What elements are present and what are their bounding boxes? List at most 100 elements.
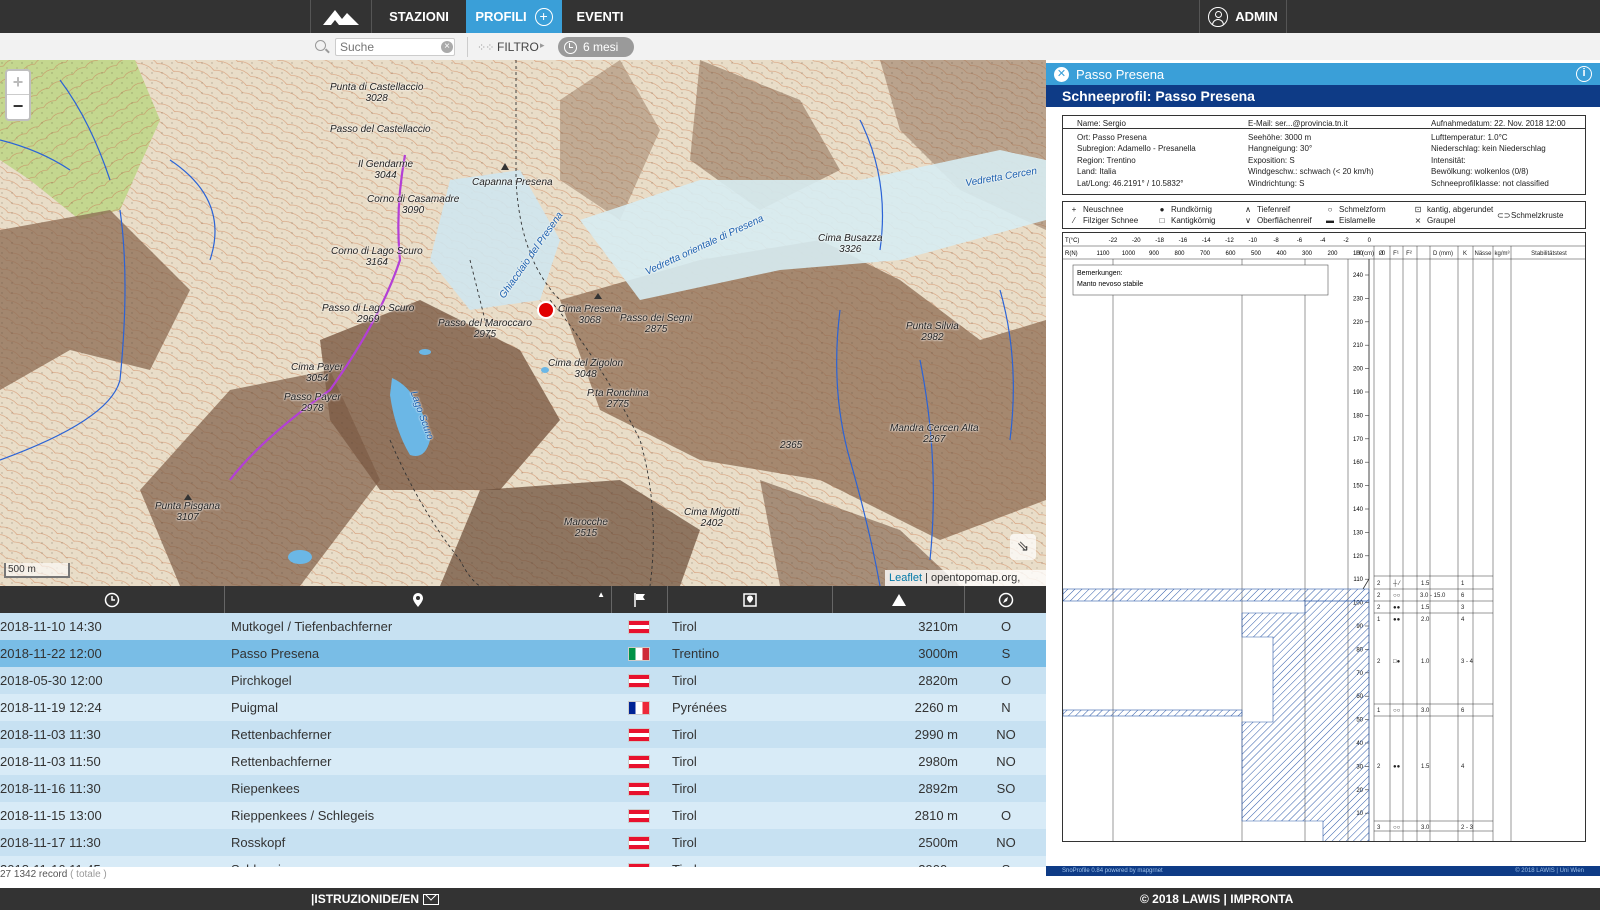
instructions-link[interactable]: |ISTRUZIONIDE/EN <box>311 892 419 906</box>
search-icon <box>315 40 326 51</box>
height-tick-label: 240 <box>1353 273 1364 279</box>
column-aspect[interactable] <box>965 586 1046 613</box>
map-label: 2365 <box>780 440 803 451</box>
column-head-label: Ø <box>1379 251 1384 257</box>
map-label: Cima Presena 3068 <box>558 304 622 326</box>
column-location[interactable]: ▲ <box>225 586 612 613</box>
svg-text:2: 2 <box>1377 605 1381 611</box>
row-aspect: O <box>1000 673 1012 688</box>
remarks-text: Manto nevoso stabile <box>1077 281 1143 288</box>
info-icon[interactable]: i <box>1576 66 1592 82</box>
zoom-control: + − <box>5 69 31 121</box>
admin-button[interactable]: ADMIN <box>1199 0 1287 33</box>
svg-text:3.0: 3.0 <box>1421 825 1430 831</box>
height-tick-label: 160 <box>1353 460 1364 466</box>
res-tick-label: 200 <box>1327 251 1338 257</box>
logo-button[interactable] <box>310 0 372 33</box>
meta-nieder: Niederschlag: kein Niederschlag <box>1431 144 1546 153</box>
nav-eventi[interactable]: EVENTI <box>562 0 638 33</box>
temp-tick-label: -16 <box>1179 238 1188 244</box>
zoom-out-button[interactable]: − <box>7 95 29 119</box>
row-location: Passo Presena <box>231 646 320 661</box>
leaflet-link[interactable]: Leaflet <box>889 572 922 584</box>
table-row[interactable]: 2018-11-10 14:30 Mutkogel / Tiefenbachfer… <box>0 613 1046 640</box>
res-axis-label: R(N) <box>1065 251 1078 257</box>
meta-bew: Bewölkung: wolkenlos (0/8) <box>1431 167 1529 176</box>
expand-icon[interactable]: ⇘ <box>1010 534 1036 560</box>
copyright: © 2018 LAWIS | IMPRONTA <box>1140 892 1294 906</box>
res-tick-label: 800 <box>1174 251 1185 257</box>
table-row[interactable]: 2018-11-03 11:30 Rettenbachferner Tirol 299… <box>0 721 1046 748</box>
period-label: 6 mesi <box>583 40 619 54</box>
user-icon <box>1208 6 1229 27</box>
search-input[interactable] <box>335 38 455 56</box>
filter-button[interactable]: FILTRO <box>497 40 539 54</box>
res-tick-label: 1000 <box>1122 251 1136 257</box>
column-region[interactable] <box>668 586 833 613</box>
period-badge[interactable]: 6 mesi <box>558 37 634 57</box>
column-altitude[interactable] <box>833 586 965 613</box>
row-region: Tirol <box>672 754 697 769</box>
zoom-in-button[interactable]: + <box>7 71 29 95</box>
flag-at-icon <box>628 674 650 688</box>
table-header: ▲ <box>0 586 1046 613</box>
height-tick-label: 220 <box>1353 320 1364 326</box>
table-row[interactable]: 2018-11-15 13:00 Rieppenkees / Schlegeis T… <box>0 802 1046 829</box>
legend-item: ▬ Eislamelle <box>1326 216 1376 225</box>
sort-asc-icon[interactable]: ▲ <box>597 590 605 599</box>
filter-icon[interactable]: ⁘⁘ <box>477 41 494 54</box>
table-row[interactable]: 2018-11-22 12:00 Passo Presena Trentino 300… <box>0 640 1046 667</box>
mountain-icon <box>323 9 359 25</box>
nav-profili-label: PROFILI <box>475 9 527 24</box>
temp-tick-label: -22 <box>1109 238 1118 244</box>
row-region: Tirol <box>672 673 697 688</box>
row-altitude: 2900m <box>918 856 958 867</box>
map-label: Cima del Zigolon 3048 <box>548 358 624 380</box>
column-head-label: kg/m³ <box>1495 251 1510 257</box>
profile-meta: Name: Sergio E-Mail: ser...@provincia.tn… <box>1062 115 1586 195</box>
svg-text:2: 2 <box>1377 764 1381 770</box>
column-date[interactable] <box>0 586 225 613</box>
table-row[interactable]: 2018-11-16 11:45 Schlegeis Tirol 2900m S <box>0 856 1046 867</box>
svg-text:3: 3 <box>1461 605 1465 611</box>
mail-icon[interactable] <box>423 894 439 905</box>
map-label: Passo del Maroccaro 2975 <box>438 318 532 340</box>
res-tick-label: 1100 <box>1097 251 1111 257</box>
table-row[interactable]: 2018-11-16 11:30 Riepenkees Tirol 2892m SO <box>0 775 1046 802</box>
topo-map[interactable]: Punta di Castellaccio 3028 Passo del Cast… <box>0 60 1046 586</box>
temp-tick-label: -4 <box>1320 238 1326 244</box>
row-region: Trentino <box>672 646 720 661</box>
table-row[interactable]: 2018-11-19 12:24 Puigmal Pyrénées 2260 m N <box>0 694 1046 721</box>
table-row[interactable]: 2018-11-17 11:30 Rosskopf Tirol 2500m NO <box>0 829 1046 856</box>
res-tick-label: 900 <box>1149 251 1160 257</box>
column-head-label: D (mm) <box>1433 251 1453 257</box>
profile-panel: ✕ Passo Presena i Schneeprofil: Passo Pr… <box>1046 60 1600 888</box>
table-row[interactable]: 2018-05-30 12:00 Pirchkogel Tirol 2820m O <box>0 667 1046 694</box>
row-location: Pirchkogel <box>231 673 292 688</box>
column-country[interactable] <box>612 586 668 613</box>
row-aspect: N <box>1001 700 1011 715</box>
svg-text:□●: □● <box>1393 659 1401 665</box>
row-date: 2018-11-10 14:30 <box>0 619 102 634</box>
clear-search-icon[interactable]: × <box>441 41 453 53</box>
svg-text:1: 1 <box>1461 581 1465 587</box>
meta-windr: Windrichtung: S <box>1248 179 1305 188</box>
temp-tick-label: -14 <box>1202 238 1211 244</box>
clock-icon <box>104 592 120 607</box>
legend-item: ∧ Tiefenreif <box>1245 205 1291 214</box>
add-profile-icon[interactable]: + <box>534 7 553 26</box>
map-label: Punta Pisgana 3107 <box>155 501 221 523</box>
svg-text:4: 4 <box>1461 617 1465 623</box>
column-head-label: Nässe <box>1474 251 1492 257</box>
svg-text:6: 6 <box>1461 593 1465 599</box>
svg-text:○○: ○○ <box>1393 825 1401 831</box>
svg-text:3 - 4: 3 - 4 <box>1461 659 1474 665</box>
nav-profili[interactable]: PROFILI + <box>466 0 562 33</box>
top-nav-bar: STAZIONI PROFILI + EVENTI ADMIN <box>0 0 1600 33</box>
close-icon[interactable]: ✕ <box>1054 67 1069 82</box>
nav-stazioni[interactable]: STAZIONI <box>372 0 466 33</box>
row-altitude: 2892m <box>918 781 958 796</box>
row-aspect: O <box>1000 808 1012 823</box>
table-row[interactable]: 2018-11-03 11:50 Rettenbachferner Tirol 298… <box>0 748 1046 775</box>
map-label: Cima Payer 3054 <box>291 362 344 384</box>
